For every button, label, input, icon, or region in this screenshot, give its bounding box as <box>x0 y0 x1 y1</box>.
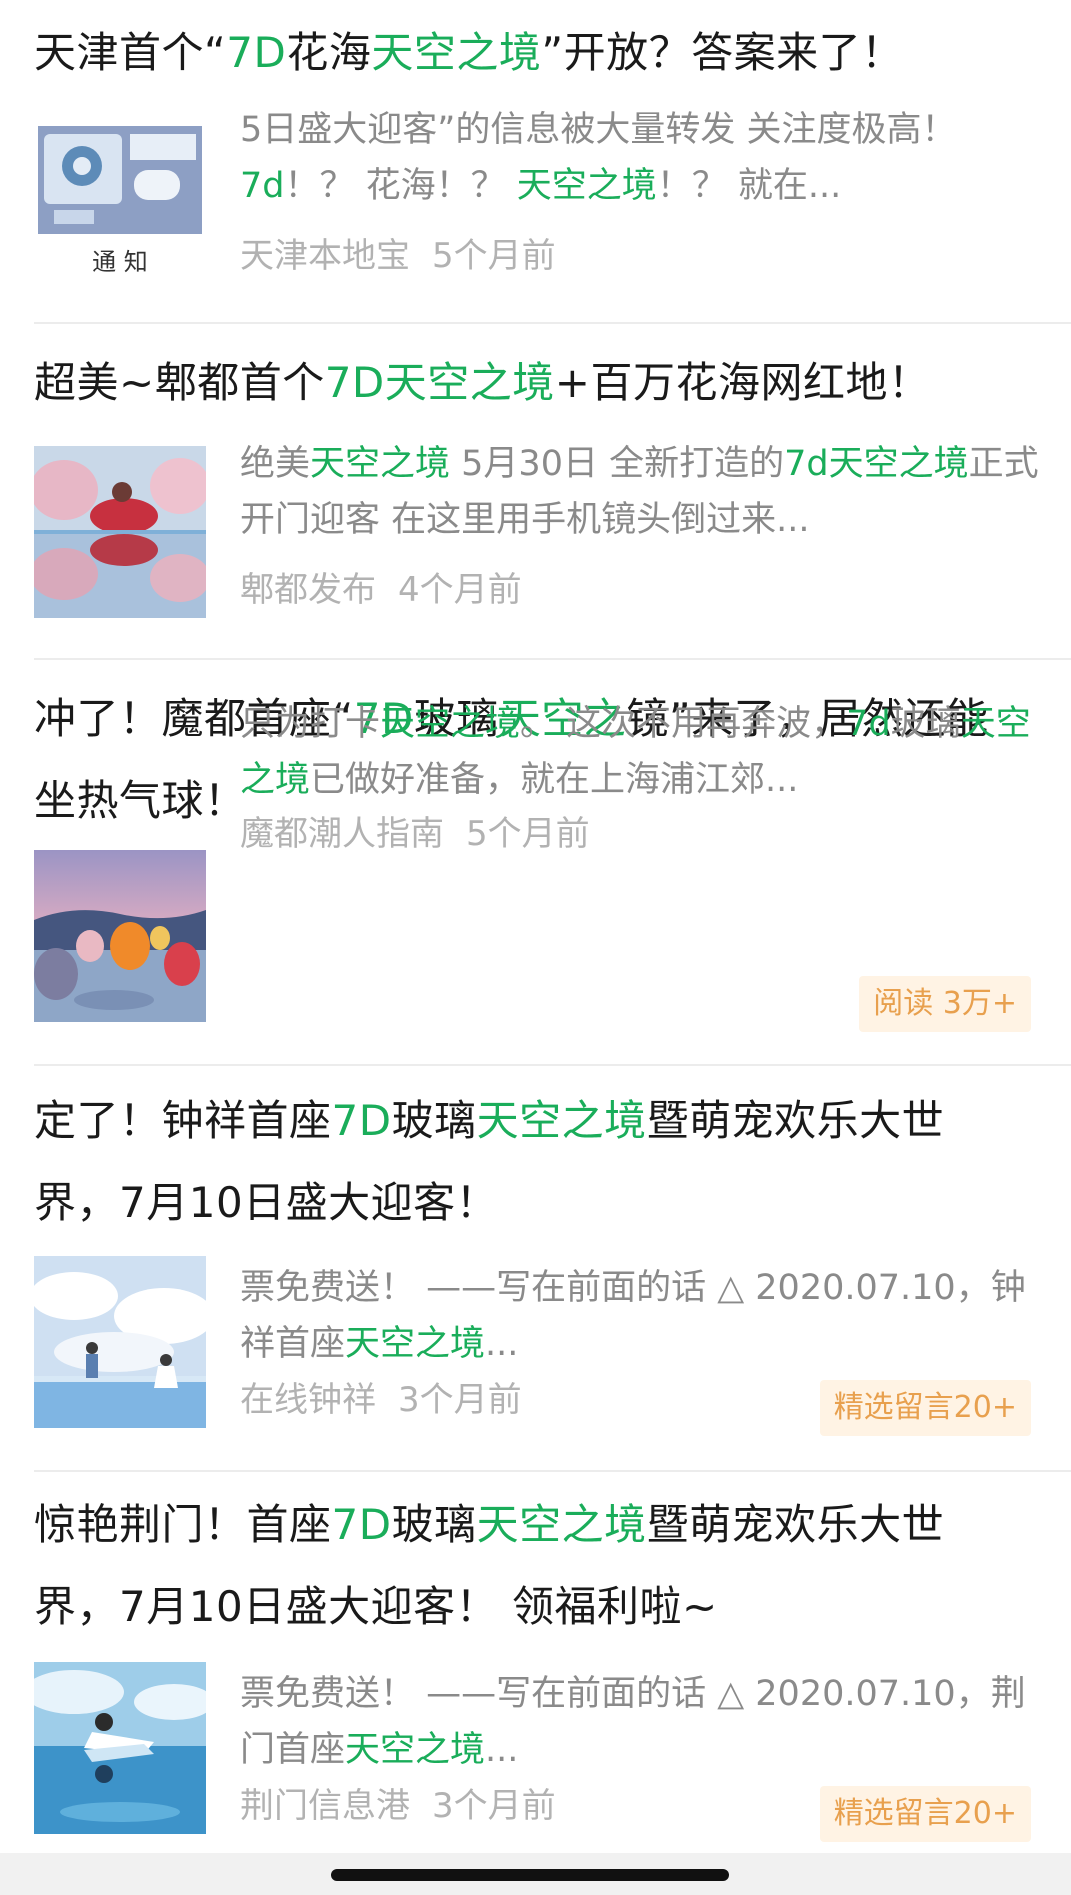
article-snippet: 票免费送！ ——写在前面的话 △ 2020.07.10，钟祥首座天空之境... <box>240 1260 1060 1372</box>
sky-glass-couple-image <box>34 1256 206 1428</box>
article-time: 3个月前 <box>432 1786 556 1826</box>
article-snippet: 绝美天空之境 5月30日 全新打造的7d天空之境正式开门迎客 在这里用手机镜头倒… <box>240 436 1060 548</box>
text-segment: ... <box>485 1324 519 1364</box>
text-segment: 5月30日 全新打造的 <box>450 444 785 484</box>
comment-badge: 精选留言20+ <box>819 1380 1031 1436</box>
article-time: 3个月前 <box>398 1380 522 1420</box>
article-snippet: 只为打卡天空之境。 这次不用再奔波，7d玻璃天空之境已做好准备，就在上海浦江郊.… <box>240 696 1060 808</box>
highlight-keyword: 天空之境 <box>380 704 521 744</box>
thumb-caption: 通 知 <box>92 248 148 276</box>
text-segment: 绝美 <box>240 444 311 484</box>
article-time: 5个月前 <box>432 236 556 276</box>
comment-badge: 精选留言20+ <box>819 1786 1031 1842</box>
article-source[interactable]: 魔都潮人指南 <box>240 814 444 854</box>
article-thumbnail[interactable] <box>34 1662 206 1834</box>
article-item[interactable]: 超美~郫都首个7D天空之境+百万花海网红地！ 绝美天空之境 5月30日 全新打造… <box>34 324 1071 658</box>
article-title[interactable]: 定了！钟祥首座7D玻璃天空之境暨萌宠欢乐大世界，7月10日盛大迎客！ <box>34 1080 1024 1244</box>
highlight-keyword: 7D天空之境 <box>324 358 555 407</box>
home-indicator-area <box>0 1853 1071 1895</box>
text-segment: 5日盛大迎客”的信息被大量转发 关注度极高！ <box>240 110 957 150</box>
article-source[interactable]: 荆门信息港 <box>240 1786 410 1826</box>
article-thumbnail[interactable]: 通 知 <box>34 120 206 292</box>
article-meta: 天津本地宝 5个月前 <box>240 228 578 277</box>
article-thumbnail[interactable] <box>34 446 206 618</box>
text-segment: ！？ 就在... <box>656 166 842 206</box>
text-segment: ！？ 花海！？ <box>284 166 517 206</box>
text-segment: 惊艳荆门！首座 <box>34 1500 332 1549</box>
article-meta: 荆门信息港 3个月前 <box>240 1778 578 1827</box>
article-time: 5个月前 <box>466 814 590 854</box>
text-segment: 只为打卡 <box>240 704 381 744</box>
text-segment: 花海 <box>286 28 372 77</box>
article-item[interactable]: 惊艳荆门！首座7D玻璃天空之境暨萌宠欢乐大世界，7月10日盛大迎客！ 领福利啦~… <box>34 1472 1071 1856</box>
article-snippet: 票免费送！ ——写在前面的话 △ 2020.07.10，荆门首座天空之境... <box>240 1666 1060 1778</box>
highlight-keyword: 天空之境 <box>345 1730 486 1770</box>
text-segment: 已做好准备，就在上海浦江郊... <box>310 760 799 800</box>
highlight-keyword: 7d天空之境 <box>784 444 969 484</box>
article-title[interactable]: 天津首个“7D花海天空之境”开放？答案来了！ <box>34 12 1024 94</box>
text-segment: 玻璃 <box>890 704 961 744</box>
highlight-keyword: 7D <box>226 28 287 77</box>
article-title[interactable]: 超美~郫都首个7D天空之境+百万花海网红地！ <box>34 342 1024 424</box>
highlight-keyword: 天空之境 <box>516 166 657 206</box>
highlight-keyword: 天空之境 <box>476 1500 647 1549</box>
article-meta: 在线钟祥 3个月前 <box>240 1372 544 1421</box>
highlight-keyword: 天空之境 <box>345 1324 486 1364</box>
article-snippet: 5日盛大迎客”的信息被大量转发 关注度极高！ 7d！？ 花海！？ 天空之境！？ 就… <box>240 102 1060 214</box>
home-indicator[interactable] <box>331 1869 729 1881</box>
sky-glass-girl-image <box>34 1662 206 1834</box>
article-source[interactable]: 在线钟祥 <box>240 1380 376 1420</box>
article-source[interactable]: 郫都发布 <box>240 570 376 610</box>
text-segment: 。 这次不用再奔波， <box>520 704 847 744</box>
highlight-keyword: 天空之境 <box>371 28 542 77</box>
highlight-keyword: 7d <box>240 166 285 206</box>
article-meta: 郫都发布 4个月前 <box>240 562 544 611</box>
flower-reflection-image <box>34 446 206 618</box>
article-item[interactable]: 天津首个“7D花海天空之境”开放？答案来了！ 通 知 5日盛大迎客”的信息被大量… <box>34 0 1071 320</box>
highlight-keyword: 7D <box>331 1500 392 1549</box>
text-segment: +百万花海网红地！ <box>554 358 931 407</box>
text-segment: 天津首个“ <box>34 28 227 77</box>
text-segment: 玻璃 <box>391 1500 477 1549</box>
text-segment: 玻璃 <box>391 1096 477 1145</box>
highlight-keyword: 天空之境 <box>310 444 451 484</box>
text-segment: ”开放？答案来了！ <box>541 28 904 77</box>
article-item[interactable]: 冲了！魔都首座“7D玻璃天空之镜”来了，居然还能坐热气球！ 只为打卡天空之境。 … <box>34 660 1071 1064</box>
highlight-keyword: 天空之境 <box>476 1096 647 1145</box>
article-source[interactable]: 天津本地宝 <box>240 236 410 276</box>
article-title[interactable]: 惊艳荆门！首座7D玻璃天空之境暨萌宠欢乐大世界，7月10日盛大迎客！ 领福利啦~ <box>34 1484 1024 1648</box>
read-count-badge: 阅读 3万+ <box>859 976 1031 1032</box>
text-segment: 超美~郫都首个 <box>34 358 325 407</box>
text-segment: ... <box>485 1730 519 1770</box>
article-time: 4个月前 <box>398 570 522 610</box>
hot-air-balloon-image <box>34 850 206 1022</box>
article-thumbnail[interactable] <box>34 1256 206 1428</box>
article-meta: 魔都潮人指南 5个月前 <box>240 806 612 855</box>
article-item[interactable]: 定了！钟祥首座7D玻璃天空之境暨萌宠欢乐大世界，7月10日盛大迎客！ 票免费送！… <box>34 1066 1071 1470</box>
highlight-keyword: 7d <box>846 704 891 744</box>
text-segment: 定了！钟祥首座 <box>34 1096 332 1145</box>
notice-image: 通 知 <box>34 120 206 292</box>
highlight-keyword: 7D <box>331 1096 392 1145</box>
article-thumbnail[interactable] <box>34 850 206 1022</box>
